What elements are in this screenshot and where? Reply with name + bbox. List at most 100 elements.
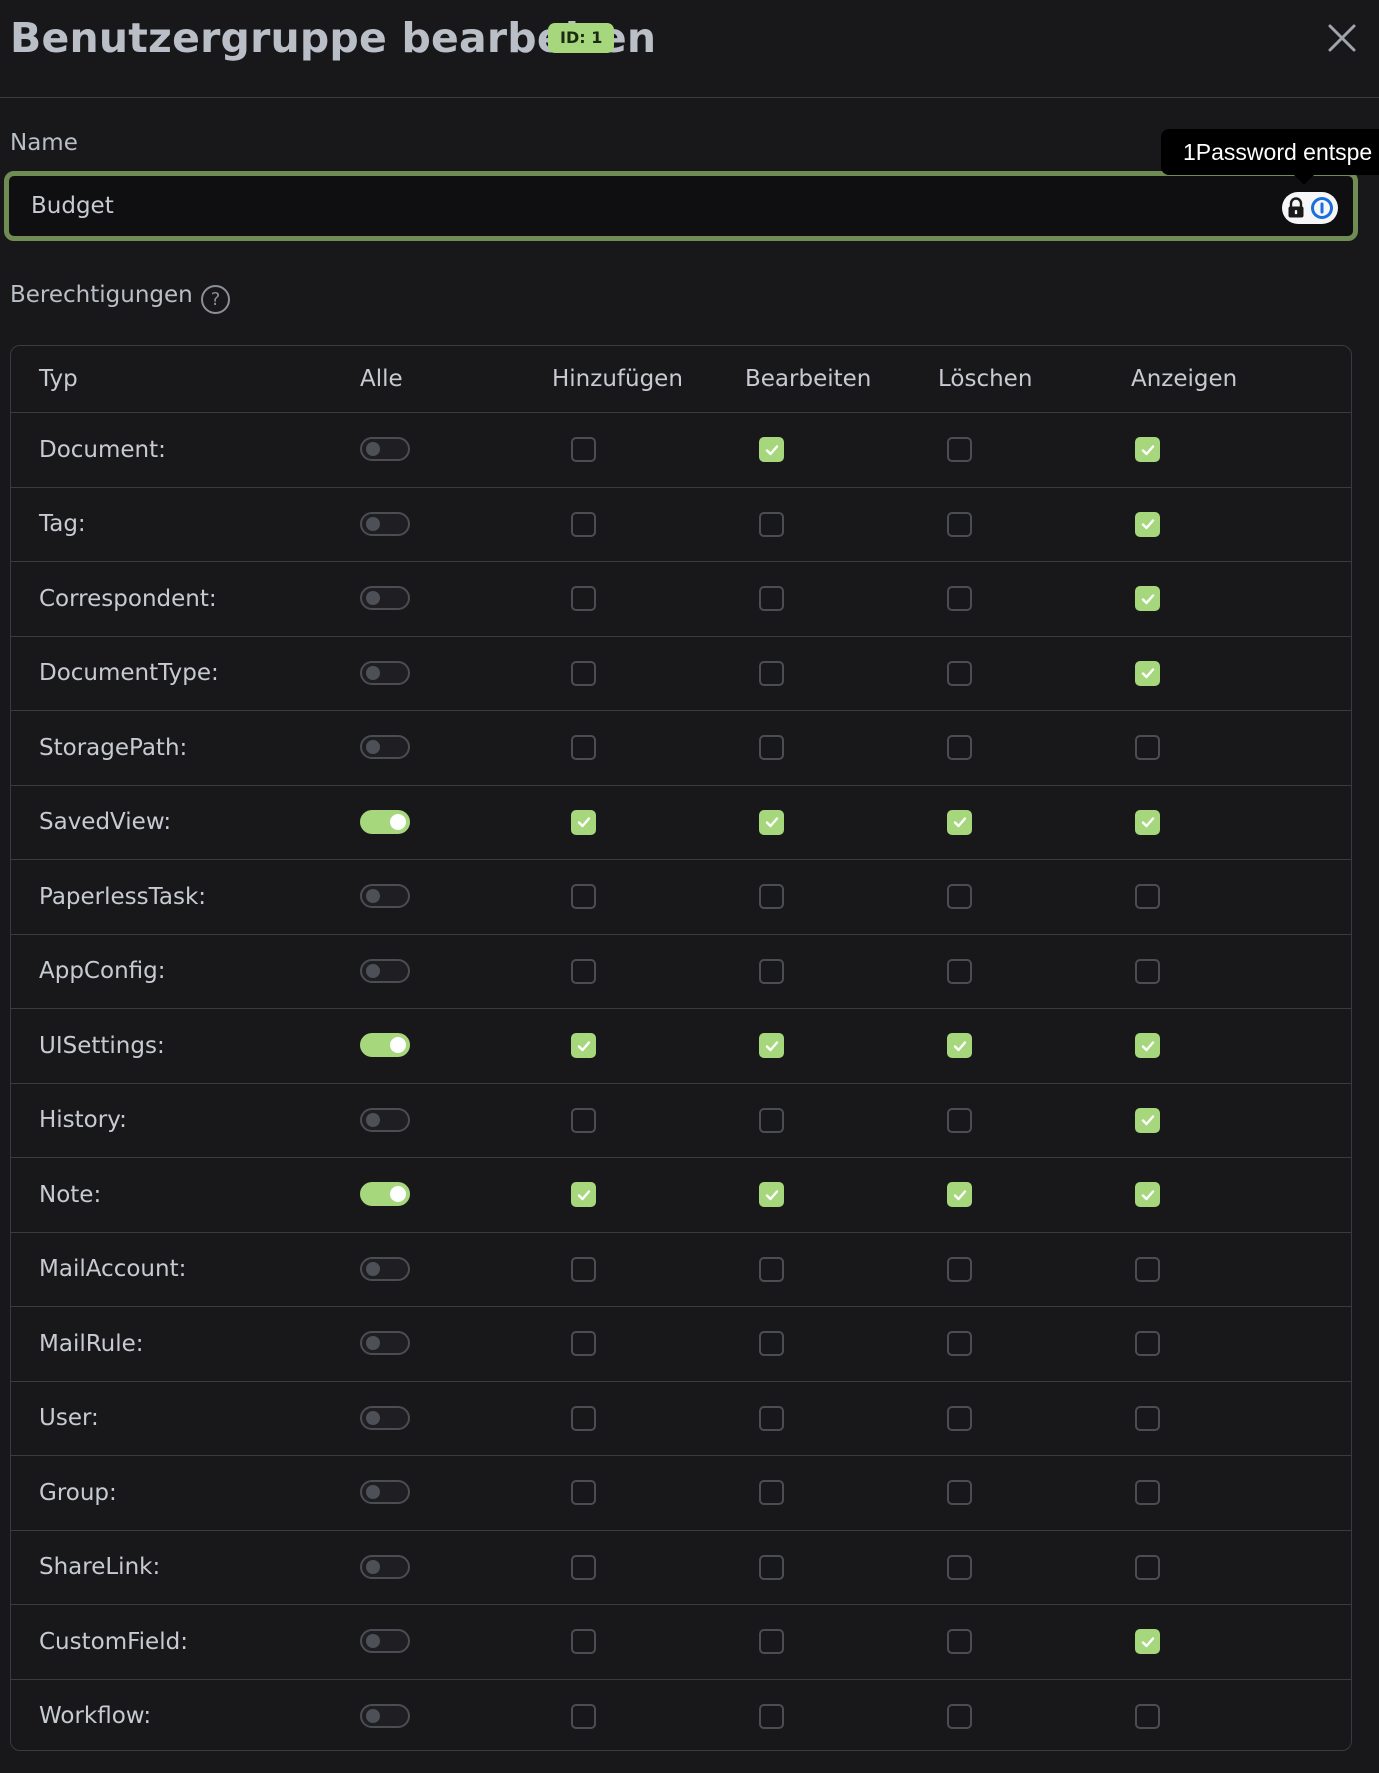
table-row: MailAccount: xyxy=(11,1231,1351,1307)
view-permission-checkbox[interactable] xyxy=(1135,809,1160,835)
delete-permission-checkbox[interactable] xyxy=(947,1480,972,1505)
delete-permission-checkbox[interactable] xyxy=(947,1629,972,1654)
change-permission-checkbox[interactable] xyxy=(759,1107,784,1133)
all-permissions-toggle[interactable] xyxy=(360,586,410,610)
view-permission-checkbox[interactable] xyxy=(1135,1405,1160,1431)
delete-permission-checkbox[interactable] xyxy=(947,1405,972,1431)
all-permissions-toggle[interactable] xyxy=(360,1554,410,1579)
view-permission-checkbox[interactable] xyxy=(1135,884,1160,909)
all-permissions-toggle[interactable] xyxy=(360,809,410,834)
change-permission-checkbox[interactable] xyxy=(759,735,784,760)
permission-type-label: User: xyxy=(39,1405,99,1432)
all-permissions-toggle[interactable] xyxy=(360,958,410,983)
all-permissions-toggle[interactable] xyxy=(360,1629,410,1653)
delete-permission-checkbox[interactable] xyxy=(947,511,972,537)
change-permission-checkbox[interactable] xyxy=(759,1629,784,1654)
name-input[interactable] xyxy=(9,176,1353,236)
delete-permission-checkbox[interactable] xyxy=(947,1182,972,1207)
delete-permission-checkbox[interactable] xyxy=(947,884,972,909)
view-permission-checkbox[interactable] xyxy=(1135,1480,1160,1505)
view-permission-checkbox[interactable] xyxy=(1135,1703,1160,1729)
add-permission-checkbox[interactable] xyxy=(571,437,596,462)
all-permissions-toggle[interactable] xyxy=(360,437,410,461)
change-permission-checkbox[interactable] xyxy=(759,1703,784,1729)
change-permission-checkbox[interactable] xyxy=(759,1256,784,1282)
add-permission-checkbox[interactable] xyxy=(571,1629,596,1654)
all-permissions-toggle[interactable] xyxy=(360,511,410,536)
delete-permission-checkbox[interactable] xyxy=(947,809,972,835)
all-permissions-toggle[interactable] xyxy=(360,1331,410,1355)
delete-permission-checkbox[interactable] xyxy=(947,1331,972,1356)
delete-permission-checkbox[interactable] xyxy=(947,1554,972,1580)
view-permission-checkbox[interactable] xyxy=(1135,586,1160,611)
help-icon[interactable]: ? xyxy=(201,285,230,314)
all-permissions-toggle[interactable] xyxy=(360,1480,410,1504)
delete-permission-checkbox[interactable] xyxy=(947,1256,972,1282)
all-permissions-toggle[interactable] xyxy=(360,1405,410,1430)
view-permission-checkbox[interactable] xyxy=(1135,1033,1160,1058)
change-permission-checkbox[interactable] xyxy=(759,884,784,909)
change-permission-checkbox[interactable] xyxy=(759,958,784,984)
change-permission-checkbox[interactable] xyxy=(759,1554,784,1580)
all-permissions-toggle[interactable] xyxy=(360,1703,410,1728)
delete-permission-checkbox[interactable] xyxy=(947,437,972,462)
delete-permission-checkbox[interactable] xyxy=(947,735,972,760)
add-permission-checkbox[interactable] xyxy=(571,1554,596,1580)
add-permission-checkbox[interactable] xyxy=(571,1256,596,1282)
view-permission-checkbox[interactable] xyxy=(1135,1256,1160,1282)
permission-type-label: AppConfig: xyxy=(39,958,166,985)
add-permission-checkbox[interactable] xyxy=(571,511,596,537)
add-permission-checkbox[interactable] xyxy=(571,809,596,835)
view-permission-checkbox[interactable] xyxy=(1135,660,1160,686)
add-permission-checkbox[interactable] xyxy=(571,1703,596,1729)
all-permissions-toggle[interactable] xyxy=(360,1107,410,1132)
all-permissions-toggle[interactable] xyxy=(360,884,410,908)
add-permission-checkbox[interactable] xyxy=(571,660,596,686)
table-header-row: Typ Alle Hinzufügen Bearbeiten Löschen A… xyxy=(11,346,1351,412)
change-permission-checkbox[interactable] xyxy=(759,437,784,462)
change-permission-checkbox[interactable] xyxy=(759,809,784,835)
all-permissions-toggle[interactable] xyxy=(360,1033,410,1057)
change-permission-checkbox[interactable] xyxy=(759,1033,784,1058)
all-permissions-toggle[interactable] xyxy=(360,1256,410,1281)
view-permission-checkbox[interactable] xyxy=(1135,1554,1160,1580)
delete-permission-checkbox[interactable] xyxy=(947,958,972,984)
add-permission-checkbox[interactable] xyxy=(571,1480,596,1505)
view-permission-checkbox[interactable] xyxy=(1135,735,1160,760)
add-permission-checkbox[interactable] xyxy=(571,1033,596,1058)
add-permission-checkbox[interactable] xyxy=(571,958,596,984)
add-permission-checkbox[interactable] xyxy=(571,1331,596,1356)
all-permissions-toggle[interactable] xyxy=(360,735,410,759)
view-permission-checkbox[interactable] xyxy=(1135,958,1160,984)
add-permission-checkbox[interactable] xyxy=(571,884,596,909)
view-permission-checkbox[interactable] xyxy=(1135,1331,1160,1356)
close-button[interactable] xyxy=(1322,18,1362,58)
change-permission-checkbox[interactable] xyxy=(759,1480,784,1505)
check-icon xyxy=(765,817,778,828)
all-permissions-toggle[interactable] xyxy=(360,1182,410,1206)
view-permission-checkbox[interactable] xyxy=(1135,437,1160,462)
change-permission-checkbox[interactable] xyxy=(759,1182,784,1207)
view-permission-checkbox[interactable] xyxy=(1135,1182,1160,1207)
view-permission-checkbox[interactable] xyxy=(1135,511,1160,537)
delete-permission-checkbox[interactable] xyxy=(947,1703,972,1729)
change-permission-checkbox[interactable] xyxy=(759,660,784,686)
add-permission-checkbox[interactable] xyxy=(571,1182,596,1207)
add-permission-checkbox[interactable] xyxy=(571,735,596,760)
add-permission-checkbox[interactable] xyxy=(571,1405,596,1431)
delete-permission-checkbox[interactable] xyxy=(947,1107,972,1133)
change-permission-checkbox[interactable] xyxy=(759,1331,784,1356)
view-permission-checkbox[interactable] xyxy=(1135,1107,1160,1133)
add-permission-checkbox[interactable] xyxy=(571,1107,596,1133)
change-permission-checkbox[interactable] xyxy=(759,1405,784,1431)
password-manager-button[interactable] xyxy=(1282,192,1338,224)
change-permission-checkbox[interactable] xyxy=(759,586,784,611)
delete-permission-checkbox[interactable] xyxy=(947,586,972,611)
change-permission-checkbox[interactable] xyxy=(759,511,784,537)
delete-permission-checkbox[interactable] xyxy=(947,660,972,686)
add-permission-checkbox[interactable] xyxy=(571,586,596,611)
table-row: AppConfig: xyxy=(11,933,1351,1009)
all-permissions-toggle[interactable] xyxy=(360,660,410,685)
delete-permission-checkbox[interactable] xyxy=(947,1033,972,1058)
view-permission-checkbox[interactable] xyxy=(1135,1629,1160,1654)
